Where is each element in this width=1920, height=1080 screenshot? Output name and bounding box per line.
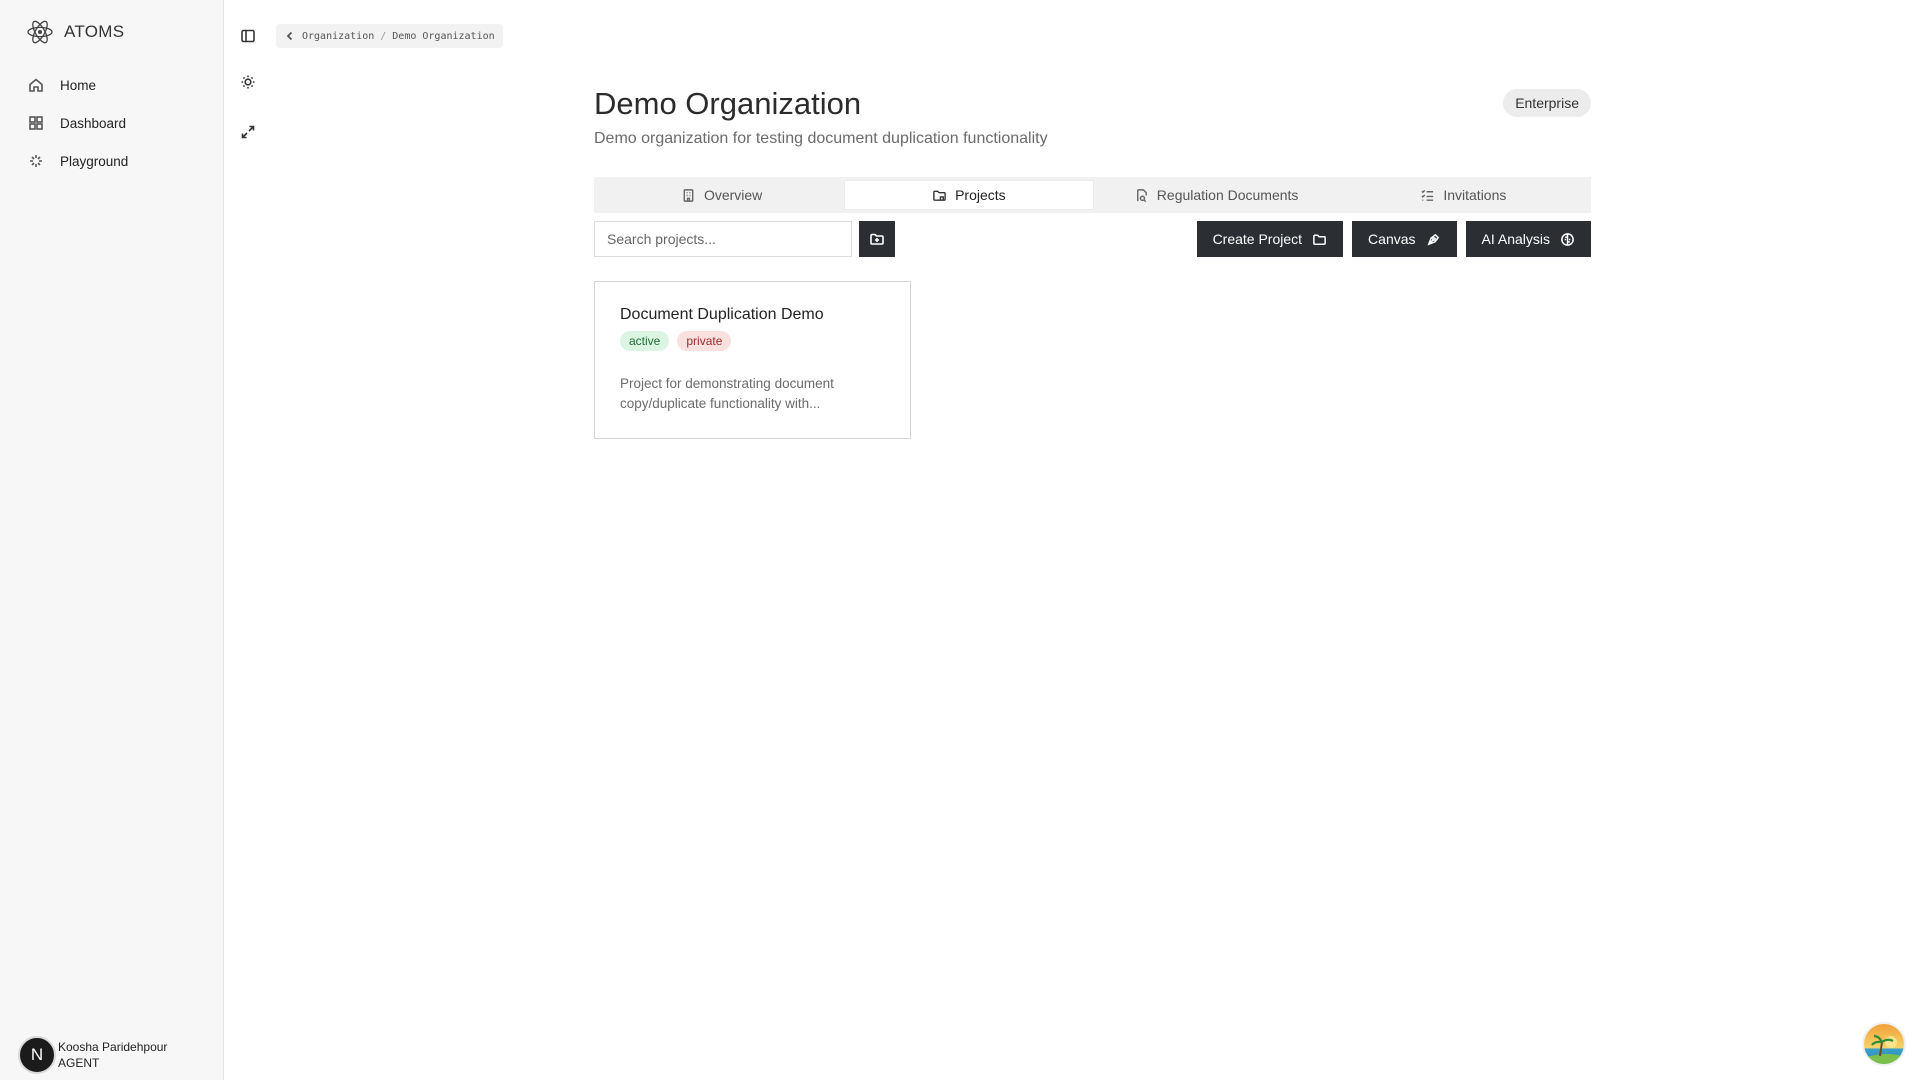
ai-analysis-label: AI Analysis [1481, 231, 1550, 247]
folder-search-icon [870, 233, 884, 245]
canvas-button[interactable]: Canvas [1352, 221, 1457, 257]
breadcrumb-separator: / [380, 30, 387, 42]
sidebar-item-label: Playground [60, 153, 129, 169]
folder-icon [933, 190, 946, 201]
tab-bar: Overview Projects Regulation Documents I… [594, 177, 1591, 213]
tab-label: Overview [703, 187, 763, 203]
page-description: Demo organization for testing document d… [594, 130, 1048, 147]
atom-logo-icon [27, 20, 53, 44]
home-icon [29, 78, 43, 92]
ai-analysis-button[interactable]: AI Analysis [1465, 221, 1591, 257]
search-input[interactable] [594, 221, 852, 257]
beach-avatar-icon [1864, 1024, 1904, 1064]
sidebar-item-home[interactable]: Home [18, 66, 208, 104]
action-buttons: Create Project Canvas AI Analysis [1196, 221, 1591, 257]
project-description: Project for demonstrating document copy/… [620, 376, 834, 411]
tab-regulation-documents[interactable]: Regulation Documents [1093, 181, 1340, 209]
status-badge: active [620, 331, 670, 351]
folder-icon [1313, 234, 1326, 245]
brand[interactable]: ATOMS [26, 18, 124, 46]
project-card[interactable]: Document Duplication Demo active private… [594, 281, 911, 439]
sidebar-item-dashboard[interactable]: Dashboard [18, 104, 208, 142]
breadcrumb: Organization / Demo Organization [276, 24, 503, 48]
project-badges: active private [620, 331, 732, 351]
sidebar-nav: Home Dashboard Playground [18, 66, 208, 180]
user-info: Koosha Paridehpour AGENT [58, 1039, 167, 1071]
sidebar-item-label: Dashboard [60, 115, 127, 131]
chevron-left-icon[interactable] [284, 30, 296, 42]
tab-label: Regulation Documents [1156, 187, 1299, 203]
sidebar: ATOMS Home Dashboard Playground N Koosha… [0, 0, 224, 1080]
user-name: Koosha Paridehpour [58, 1040, 168, 1054]
dashboard-icon [29, 116, 43, 130]
brain-circuit-icon [1561, 232, 1574, 246]
plan-badge: Enterprise [1503, 89, 1591, 117]
create-project-label: Create Project [1212, 231, 1303, 247]
theme-toggle-button[interactable] [238, 72, 258, 92]
sparkle-icon [30, 155, 42, 167]
breadcrumb-current: Demo Organization [392, 30, 495, 42]
sidebar-toggle-button[interactable] [238, 26, 258, 46]
tab-invitations[interactable]: Invitations [1340, 181, 1587, 209]
avatar[interactable]: N [18, 1036, 56, 1074]
expand-icon [241, 125, 255, 139]
visibility-badge: private [677, 331, 732, 351]
building-icon [683, 188, 694, 202]
brand-name: ATOMS [64, 22, 125, 41]
theme-sun-icon [241, 75, 255, 89]
sidebar-item-playground[interactable]: Playground [18, 142, 208, 180]
tab-projects[interactable]: Projects [845, 181, 1093, 209]
sidebar-item-label: Home [60, 77, 97, 93]
pen-tool-icon [1427, 233, 1439, 245]
tab-overview[interactable]: Overview [598, 181, 845, 209]
list-check-icon [1421, 189, 1434, 201]
canvas-label: Canvas [1368, 231, 1416, 247]
user-role: AGENT [58, 1056, 100, 1070]
user-profile[interactable]: N Koosha Paridehpour AGENT [18, 1036, 167, 1074]
tab-label: Projects [955, 187, 1006, 203]
file-search-icon [1136, 188, 1147, 202]
create-project-button[interactable]: Create Project [1196, 221, 1344, 257]
project-title: Document Duplication Demo [620, 306, 824, 323]
search-button[interactable] [859, 221, 895, 257]
assistant-avatar[interactable] [1862, 1022, 1906, 1066]
sidebar-toggle-icon [241, 29, 255, 43]
breadcrumb-parent[interactable]: Organization [302, 31, 374, 42]
tab-label: Invitations [1443, 187, 1507, 203]
page-title: Demo Organization [594, 86, 862, 121]
expand-button[interactable] [238, 122, 258, 142]
